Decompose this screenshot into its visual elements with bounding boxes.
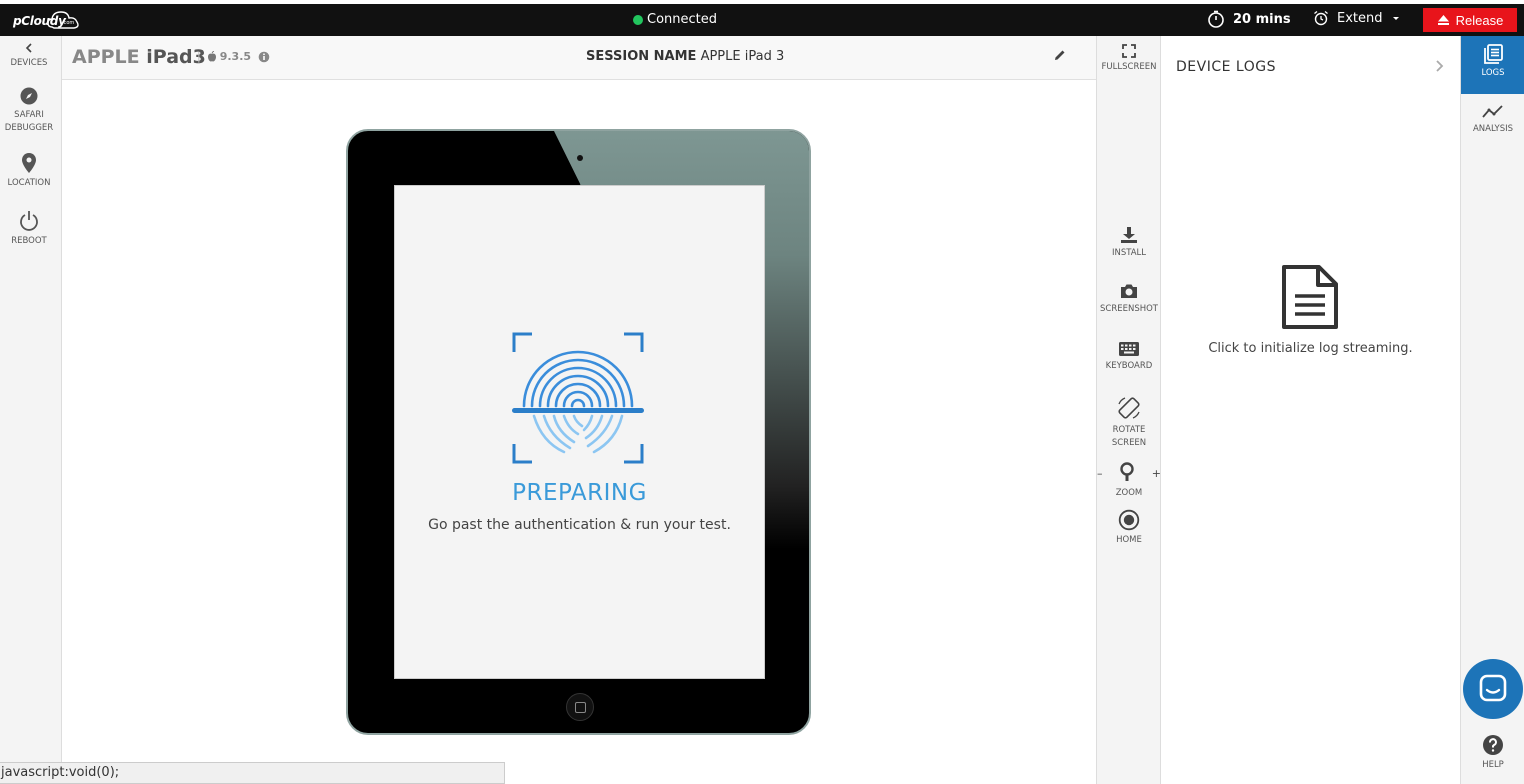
compass-icon bbox=[20, 87, 38, 105]
chat-widget-button[interactable] bbox=[1463, 659, 1523, 719]
pcloudy-logo[interactable]: pCloudy .com bbox=[12, 7, 84, 33]
logs-icon bbox=[1484, 44, 1503, 64]
device-screen[interactable]: PREPARING Go past the authentication & r… bbox=[394, 185, 765, 679]
session-timer: 20 mins bbox=[1207, 10, 1291, 28]
logo-sub: .com bbox=[62, 20, 75, 26]
ipad-home-button[interactable] bbox=[566, 693, 594, 721]
caret-down-icon bbox=[1392, 17, 1399, 20]
session-value: APPLE iPad 3 bbox=[700, 49, 785, 64]
zoom-row: – + bbox=[1097, 462, 1161, 485]
home-button[interactable]: HOME bbox=[1097, 509, 1161, 547]
session-name: SESSION NAME APPLE iPad 3 bbox=[586, 49, 784, 64]
analysis-tab-label: ANALYSIS bbox=[1472, 124, 1514, 134]
device-os: | 9.3.5 bbox=[197, 50, 270, 63]
device-header: APPLE iPad3 | 9.3.5 SESSION NAME APPLE i… bbox=[62, 36, 1096, 80]
camera-icon bbox=[1121, 284, 1137, 298]
camera-dot bbox=[577, 155, 583, 161]
install-button[interactable]: INSTALL bbox=[1097, 226, 1161, 260]
zoom-label: ZOOM bbox=[1115, 488, 1143, 498]
reboot-label: REBOOT bbox=[11, 236, 47, 246]
power-icon bbox=[20, 211, 38, 231]
device-title: APPLE iPad3 bbox=[72, 46, 206, 68]
magnifier-icon bbox=[1120, 462, 1134, 481]
fullscreen-label: FULLSCREEN bbox=[1101, 62, 1157, 72]
location-nav[interactable]: LOCATION bbox=[0, 152, 58, 190]
separator: | bbox=[197, 50, 201, 63]
location-label: LOCATION bbox=[7, 178, 51, 188]
line-chart-icon bbox=[1482, 105, 1503, 118]
connection-status: Connected bbox=[633, 12, 717, 27]
top-bar: pCloudy .com Connected 20 mins Extend Re… bbox=[0, 4, 1524, 36]
safari-debugger-nav[interactable]: SAFARI DEBUGGER bbox=[0, 86, 58, 135]
preparing-title: PREPARING bbox=[512, 480, 647, 506]
apple-icon bbox=[207, 51, 216, 62]
extend-dropdown[interactable]: Extend bbox=[1313, 10, 1401, 26]
fingerprint-icon bbox=[512, 332, 644, 464]
expand-icon bbox=[1122, 44, 1136, 58]
rotate-screen-button[interactable]: ROTATE SCREEN bbox=[1097, 395, 1161, 450]
eject-icon bbox=[1437, 15, 1449, 25]
fullscreen-button[interactable]: FULLSCREEN bbox=[1097, 44, 1161, 74]
document-icon[interactable] bbox=[1281, 264, 1339, 330]
home-label: HOME bbox=[1116, 535, 1142, 545]
zoom-control[interactable]: – + ZOOM bbox=[1097, 462, 1161, 500]
alarm-clock-icon bbox=[1314, 10, 1328, 26]
rotate-label: ROTATE SCREEN bbox=[1111, 425, 1147, 448]
download-icon bbox=[1121, 227, 1137, 243]
release-button[interactable]: Release bbox=[1423, 8, 1517, 32]
logs-title: DEVICE LOGS bbox=[1176, 59, 1276, 75]
chevron-right-icon[interactable] bbox=[1433, 58, 1445, 74]
screenshot-button[interactable]: SCREENSHOT bbox=[1097, 282, 1161, 316]
help-label: HELP bbox=[1482, 760, 1504, 770]
map-pin-icon bbox=[22, 153, 36, 173]
reboot-nav[interactable]: REBOOT bbox=[0, 210, 58, 248]
os-version: 9.3.5 bbox=[219, 50, 252, 63]
home-circle-icon bbox=[1118, 509, 1140, 531]
timer-label: 20 mins bbox=[1233, 11, 1291, 27]
devices-label: DEVICES bbox=[10, 58, 48, 68]
ipad-frame: PREPARING Go past the authentication & r… bbox=[346, 129, 811, 735]
logs-tab[interactable]: LOGS bbox=[1461, 36, 1524, 94]
logs-tab-label: LOGS bbox=[1481, 68, 1505, 78]
logs-message[interactable]: Click to initialize log streaming. bbox=[1161, 341, 1460, 356]
pencil-icon[interactable] bbox=[1054, 49, 1066, 61]
release-label: Release bbox=[1455, 12, 1504, 28]
device-logs-panel: DEVICE LOGS Click to initialize log stre… bbox=[1161, 36, 1460, 784]
keyboard-icon bbox=[1119, 342, 1139, 356]
browser-status-bar: javascript:void(0); bbox=[0, 762, 505, 784]
screenshot-label: SCREENSHOT bbox=[1099, 304, 1158, 314]
info-icon[interactable] bbox=[258, 51, 270, 63]
extend-label: Extend bbox=[1337, 10, 1383, 26]
tools-strip: FULLSCREEN INSTALL SCREENSHOT KEYBOARD R… bbox=[1096, 36, 1161, 784]
analysis-tab[interactable]: ANALYSIS bbox=[1461, 104, 1524, 136]
session-label: SESSION NAME bbox=[586, 49, 697, 64]
stopwatch-icon bbox=[1208, 10, 1224, 28]
connection-label: Connected bbox=[647, 12, 718, 27]
chat-icon bbox=[1479, 674, 1507, 701]
auth-message: Go past the authentication & run your te… bbox=[428, 517, 731, 533]
chevron-left-icon bbox=[25, 43, 32, 53]
help-icon bbox=[1483, 735, 1503, 755]
connected-dot-icon bbox=[633, 14, 643, 25]
safari-debugger-label: SAFARI DEBUGGER bbox=[4, 110, 54, 133]
zoom-plus-button[interactable]: + bbox=[1152, 467, 1161, 480]
left-sidebar: DEVICES SAFARI DEBUGGER LOCATION REBOOT bbox=[0, 36, 62, 784]
rotate-icon bbox=[1118, 397, 1140, 419]
logo-text: pCloudy bbox=[13, 14, 66, 28]
help-button[interactable]: HELP bbox=[1461, 734, 1524, 772]
devices-nav[interactable]: DEVICES bbox=[0, 42, 58, 70]
keyboard-button[interactable]: KEYBOARD bbox=[1097, 341, 1161, 373]
keyboard-label: KEYBOARD bbox=[1105, 361, 1153, 371]
install-label: INSTALL bbox=[1111, 248, 1147, 258]
device-brand: APPLE bbox=[72, 46, 140, 68]
zoom-minus-button[interactable]: – bbox=[1097, 467, 1103, 480]
